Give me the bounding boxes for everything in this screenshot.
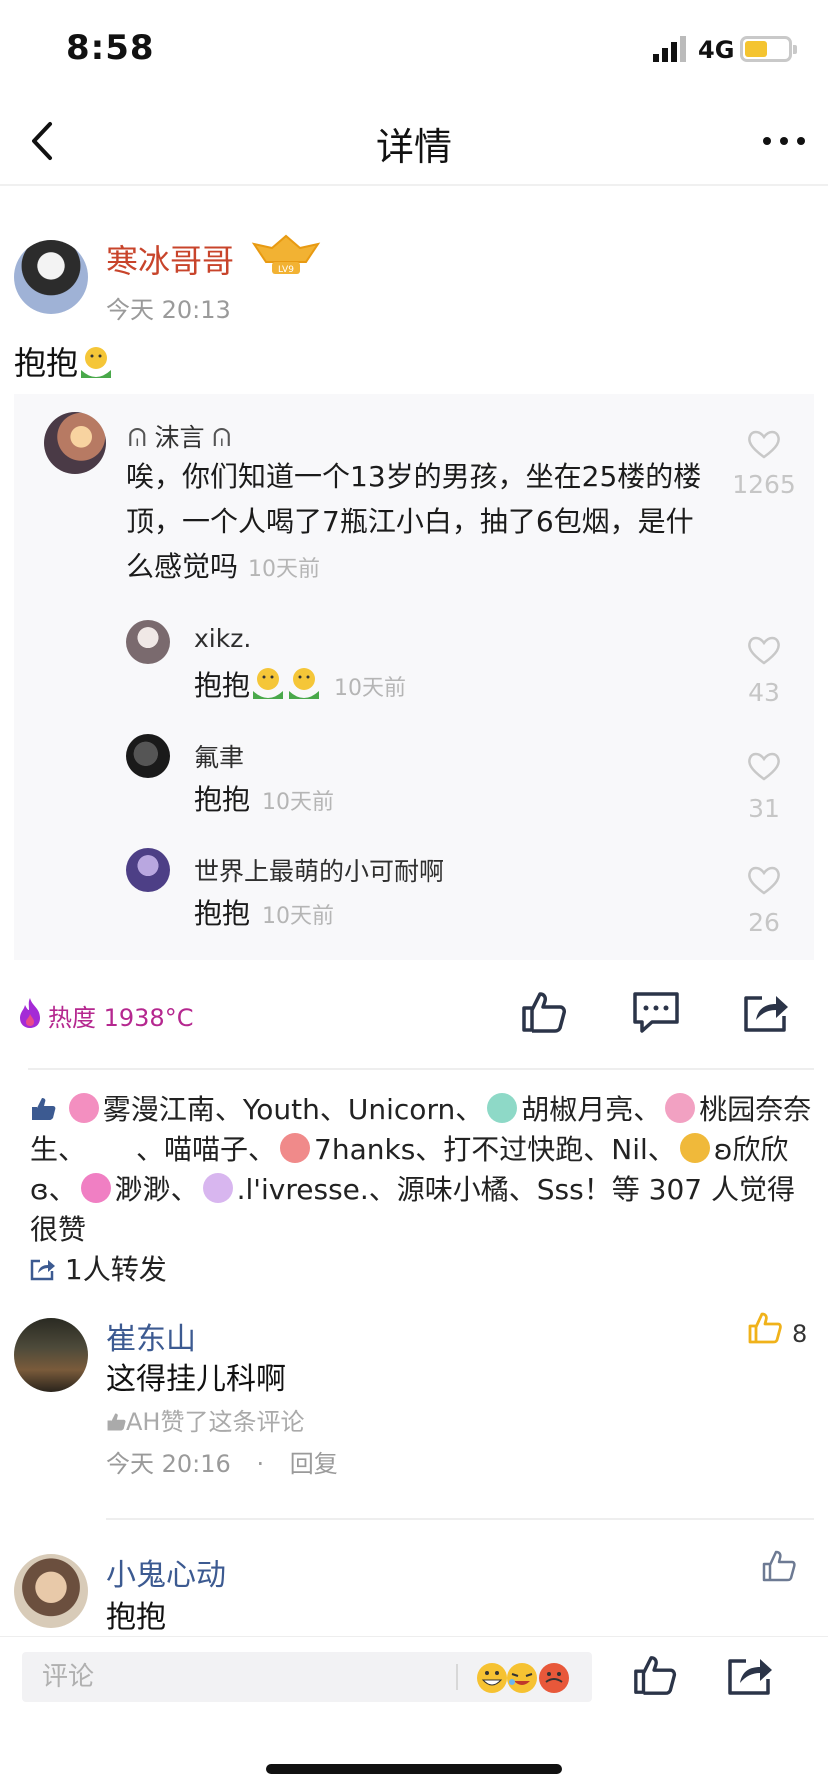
- share-icon[interactable]: [726, 1652, 774, 1698]
- commenter-name[interactable]: 崔东山: [106, 1314, 196, 1358]
- flame-icon: [20, 998, 40, 1028]
- heart-icon[interactable]: [746, 634, 782, 666]
- reply-name[interactable]: 世界上最萌的小可耐啊: [194, 852, 444, 888]
- comment-divider: [106, 1518, 814, 1520]
- reply-text: 抱抱 10天前: [194, 892, 334, 932]
- commenter-name[interactable]: 小鬼心动: [106, 1550, 226, 1594]
- thumbs-up-icon[interactable]: [748, 1312, 782, 1344]
- more-icon[interactable]: [762, 136, 806, 146]
- reply-name[interactable]: xikz.: [194, 624, 251, 653]
- status-time: 8:58: [66, 28, 155, 68]
- liker-names[interactable]: 7hanks、打不过快跑、Nil、: [314, 1133, 676, 1166]
- level-badge-icon: LV9: [251, 234, 321, 275]
- quoted-name[interactable]: ᕬ 沫言 ᕬ: [128, 418, 231, 454]
- share-icon[interactable]: [742, 990, 790, 1034]
- reply-avatar[interactable]: [126, 848, 170, 892]
- liker-names[interactable]: 、喵喵子、: [136, 1133, 276, 1166]
- heart-icon[interactable]: [746, 428, 782, 460]
- comment-input[interactable]: [22, 1652, 462, 1702]
- meta-dot: ·: [256, 1450, 265, 1478]
- comment-icon[interactable]: [632, 990, 680, 1034]
- network-label: 4G: [698, 36, 735, 64]
- comment-text: 这得挂儿科啊: [106, 1362, 286, 1397]
- commenter-avatar[interactable]: [14, 1318, 88, 1392]
- post-time: 今天 20:13: [106, 296, 231, 324]
- reply-time: 10天前: [262, 790, 335, 815]
- liker-avatar[interactable]: [280, 1133, 311, 1163]
- heart-icon[interactable]: [746, 864, 782, 896]
- reply-text-content: 抱抱: [194, 783, 251, 816]
- liker-avatar[interactable]: [679, 1133, 710, 1163]
- post-text-content: 抱抱: [14, 344, 79, 382]
- forward-count[interactable]: 1人转发: [30, 1248, 167, 1288]
- liker-names[interactable]: 胡椒月亮、: [521, 1093, 661, 1126]
- reply-name[interactable]: 氟聿: [194, 738, 244, 774]
- comment-meta: 今天 20:16 · 回复: [106, 1444, 338, 1479]
- reply-text-content: 抱抱: [194, 897, 251, 930]
- thumbs-up-icon: [32, 1098, 56, 1120]
- forward-icon: [30, 1259, 55, 1281]
- commenter-avatar[interactable]: [14, 1554, 88, 1628]
- reply-like-count: 31: [748, 794, 780, 823]
- hug-emoji-icon: [81, 347, 112, 378]
- post-text: 抱抱: [14, 338, 114, 384]
- reply-button[interactable]: 回复: [290, 1450, 338, 1478]
- liker-avatar[interactable]: [665, 1093, 696, 1123]
- nav-divider: [0, 184, 828, 186]
- comment-box[interactable]: [22, 1652, 592, 1702]
- reply-avatar[interactable]: [126, 734, 170, 778]
- likers-list: 雾漫江南、Youth、Unicorn、 胡椒月亮、 桃园奈奈生、 、喵喵子、 7hank…: [30, 1090, 820, 1250]
- emoji-picker-icon[interactable]: [474, 1660, 574, 1696]
- liker-avatar[interactable]: [68, 1093, 99, 1123]
- battery-icon: [740, 36, 797, 62]
- liker-names[interactable]: 渺渺、: [115, 1173, 199, 1206]
- quoted-avatar[interactable]: [44, 412, 106, 474]
- signal-icon: [653, 36, 686, 62]
- reply-time: 10天前: [334, 676, 407, 701]
- comment-like-count: 8: [792, 1320, 808, 1348]
- hug-emoji-icon: [253, 668, 284, 699]
- comment-text: 抱抱: [106, 1600, 166, 1635]
- quoted-text-content: 唉，你们知道一个13岁的男孩，坐在25楼的楼顶，一个人喝了7瓶江小白，抽了6包烟…: [126, 460, 702, 583]
- author-avatar[interactable]: [14, 240, 88, 314]
- liked-by-text: AH赞了这条评论: [126, 1408, 305, 1436]
- thumbs-up-icon: [107, 1413, 126, 1431]
- quoted-name-text: 沫言: [154, 423, 205, 452]
- quoted-time: 10天前: [248, 557, 321, 582]
- home-indicator[interactable]: [266, 1764, 562, 1774]
- reply-like-count: 43: [748, 678, 780, 707]
- quoted-text: 唉，你们知道一个13岁的男孩，坐在25楼的楼顶，一个人喝了7瓶江小白，抽了6包烟…: [126, 454, 716, 592]
- liker-avatar[interactable]: [487, 1093, 518, 1123]
- reply-time: 10天前: [262, 904, 335, 929]
- reply-text-content: 抱抱: [194, 669, 251, 702]
- forward-label: 1人转发: [64, 1253, 167, 1286]
- reply-text: 抱抱 10天前: [194, 778, 334, 818]
- liker-names[interactable]: 雾漫江南、Youth、Unicorn、: [103, 1093, 483, 1126]
- thumbs-up-icon[interactable]: [762, 1550, 796, 1582]
- quoted-like-count: 1265: [732, 470, 796, 499]
- thumbs-up-icon[interactable]: [520, 990, 568, 1034]
- section-divider: [28, 1068, 814, 1070]
- liker-avatar[interactable]: [202, 1173, 233, 1203]
- comment-time: 今天 20:16: [106, 1450, 231, 1478]
- reply-avatar[interactable]: [126, 620, 170, 664]
- reply-like-count: 26: [748, 908, 780, 937]
- heat-label: 热度 1938°C: [48, 1004, 194, 1032]
- liker-avatar[interactable]: [80, 1173, 111, 1203]
- liked-by-note: AH赞了这条评论: [106, 1402, 304, 1437]
- hug-emoji-icon: [289, 668, 320, 699]
- reply-text: 抱抱 10天前: [194, 664, 406, 704]
- thumbs-up-icon[interactable]: [632, 1652, 678, 1698]
- heart-icon[interactable]: [746, 750, 782, 782]
- page-title: 详情: [375, 125, 452, 169]
- author-name[interactable]: 寒冰哥哥: [106, 236, 234, 282]
- input-separator: [456, 1664, 458, 1690]
- svg-text:LV9: LV9: [278, 265, 294, 275]
